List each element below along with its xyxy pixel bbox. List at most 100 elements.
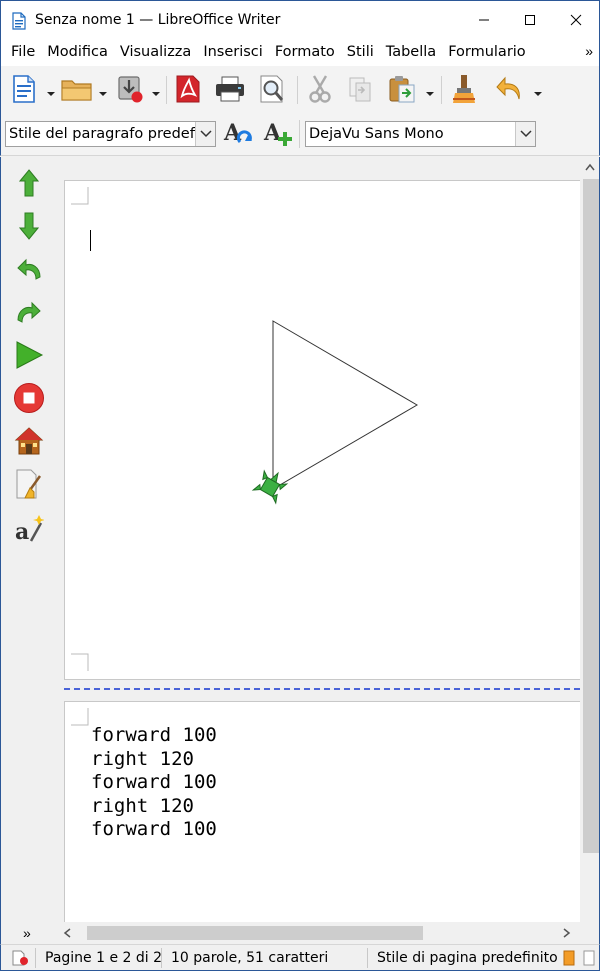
print-preview-button[interactable] — [255, 72, 289, 106]
paragraph-style-select[interactable]: Stile del paragrafo predefinito — [5, 121, 216, 147]
writer-app-icon — [11, 11, 27, 30]
home-icon — [14, 427, 44, 455]
turn-left-button[interactable] — [11, 251, 47, 287]
undo-button[interactable] — [493, 72, 527, 106]
menu-formato[interactable]: Formato — [269, 44, 341, 60]
export-pdf-icon — [176, 75, 200, 103]
print-icon — [216, 76, 244, 102]
paste-dropdown[interactable] — [425, 86, 435, 96]
save-icon — [118, 76, 143, 103]
menu-tabella[interactable]: Tabella — [380, 44, 442, 60]
menu-formulario[interactable]: Formulario — [442, 44, 532, 60]
clone-formatting-icon — [453, 75, 475, 103]
turtle-drawing — [251, 320, 418, 505]
copy-button[interactable] — [343, 72, 377, 106]
font-name-select[interactable]: DejaVu Sans Mono — [305, 121, 536, 147]
menu-bar: File Modifica Visualizza Inserisci Forma… — [0, 38, 600, 66]
new-style-icon: A — [263, 120, 292, 146]
window-title: Senza nome 1 — LibreOffice Writer — [35, 11, 281, 28]
save-button[interactable] — [113, 72, 147, 106]
turn-right-icon — [17, 301, 41, 323]
new-document-dropdown[interactable] — [46, 86, 56, 96]
chevron-down-icon — [152, 92, 160, 96]
sidebar-overflow-button[interactable]: » — [23, 925, 31, 941]
formatting-toolbar: Stile del paragrafo predefinito A A Deja… — [0, 112, 600, 156]
menu-stili[interactable]: Stili — [341, 44, 380, 60]
standard-toolbar — [0, 66, 600, 112]
code-line: forward 100 — [91, 771, 217, 793]
clear-screen-button[interactable] — [11, 466, 47, 502]
open-dropdown[interactable] — [98, 86, 108, 96]
code-line: forward 100 — [91, 818, 217, 840]
chevron-down-icon — [99, 92, 107, 96]
code-line: right 120 — [91, 747, 194, 770]
run-icon — [16, 341, 44, 369]
minimize-button[interactable] — [461, 1, 507, 39]
document-area[interactable]: forward 100 right 120 forward 100 right … — [58, 157, 580, 922]
cut-icon — [309, 75, 331, 103]
new-document-button[interactable] — [7, 72, 41, 106]
logo-program-text[interactable]: forward 100 right 120 forward 100 right … — [91, 724, 217, 842]
stop-icon — [14, 383, 44, 413]
clear-screen-icon — [16, 469, 42, 499]
save-dropdown[interactable] — [151, 86, 161, 96]
page-1[interactable] — [64, 180, 580, 680]
vertical-scroll-thumb[interactable] — [583, 179, 599, 853]
svg-text:A: A — [263, 120, 282, 146]
close-icon — [570, 14, 582, 25]
chevron-down-icon — [426, 92, 434, 96]
document-modified-icon[interactable] — [11, 950, 29, 966]
run-button[interactable] — [11, 337, 47, 373]
new-style-button[interactable]: A — [261, 117, 295, 151]
horizontal-scroll-thumb[interactable] — [87, 926, 423, 940]
menu-modifica[interactable]: Modifica — [41, 44, 114, 60]
maximize-button[interactable] — [507, 1, 553, 39]
toolbar-separator — [441, 76, 442, 104]
font-name-dropdown[interactable] — [515, 122, 535, 146]
forward-button[interactable] — [11, 165, 47, 201]
page-corner-mark — [71, 708, 89, 726]
scroll-left-icon[interactable] — [63, 928, 71, 938]
page-count[interactable]: Pagine 1 e 2 di 2 — [45, 950, 162, 966]
open-folder-icon — [61, 80, 92, 101]
page-2[interactable]: forward 100 right 120 forward 100 right … — [64, 701, 580, 922]
word-count[interactable]: 10 parole, 51 caratteri — [171, 950, 328, 966]
paste-button[interactable] — [385, 72, 419, 106]
menu-inserisci[interactable]: Inserisci — [197, 44, 269, 60]
clone-formatting-button[interactable] — [447, 72, 481, 106]
menu-overflow-button[interactable]: » — [585, 43, 593, 59]
undo-dropdown[interactable] — [533, 86, 543, 96]
scroll-up-icon[interactable] — [585, 163, 595, 171]
update-style-button[interactable]: A — [221, 117, 255, 151]
turn-right-button[interactable] — [11, 294, 47, 330]
backward-button[interactable] — [11, 208, 47, 244]
export-pdf-button[interactable] — [171, 72, 205, 106]
status-bar: Pagine 1 e 2 di 2 10 parole, 51 caratter… — [0, 944, 600, 971]
home-button[interactable] — [11, 423, 47, 459]
menu-file[interactable]: File — [5, 44, 41, 60]
logo-toolbar: a — [0, 157, 58, 922]
translate-button[interactable]: a — [11, 509, 47, 545]
code-line: forward 100 — [91, 724, 217, 746]
svg-text:a: a — [15, 519, 29, 543]
toolbar-separator — [299, 120, 300, 148]
chevron-down-icon — [519, 130, 532, 138]
maximize-icon — [525, 14, 535, 25]
chevron-down-icon — [47, 92, 55, 96]
paragraph-style-dropdown[interactable] — [195, 122, 215, 146]
stop-button[interactable] — [11, 380, 47, 416]
close-button[interactable] — [553, 1, 599, 39]
open-button[interactable] — [59, 72, 95, 106]
translate-icon: a — [15, 515, 44, 543]
print-button[interactable] — [213, 72, 247, 106]
page-style[interactable]: Stile di pagina predefinito — [377, 950, 558, 966]
new-document-icon — [13, 75, 35, 103]
multi-page-view-icon[interactable] — [582, 950, 596, 966]
menu-visualizza[interactable]: Visualizza — [114, 44, 197, 60]
update-style-icon: A — [223, 120, 252, 146]
vertical-scrollbar[interactable] — [580, 157, 600, 922]
single-page-view-icon[interactable] — [562, 950, 576, 966]
print-preview-icon — [260, 75, 284, 103]
cut-button[interactable] — [303, 72, 337, 106]
scroll-right-icon[interactable] — [563, 928, 571, 938]
